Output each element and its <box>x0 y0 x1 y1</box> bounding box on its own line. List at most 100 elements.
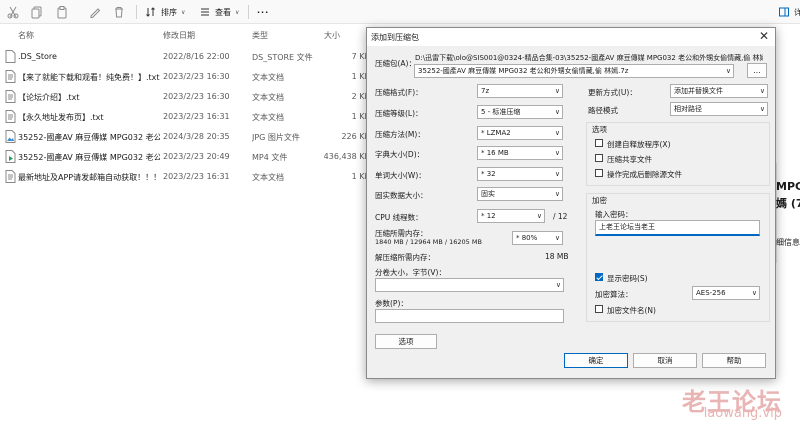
show-password-checkbox[interactable] <box>595 273 603 281</box>
method-select[interactable]: * LZMA2 ∨ <box>477 126 563 140</box>
browse-button[interactable]: ... <box>747 63 767 78</box>
help-button[interactable]: 帮助 <box>702 353 766 368</box>
file-name: 【论坛介绍】.txt <box>18 93 80 102</box>
paste-icon[interactable] <box>55 5 69 19</box>
params-label: 参数(P)： <box>375 299 408 308</box>
file-date: 2022/8/16 22:00 <box>163 52 230 61</box>
split-combo[interactable]: ∨ <box>375 278 564 292</box>
file-explorer-window: 排序 ∨ 查看 ∨ ··· 详 名称 修改日期 类型 大小 .DS_Store 2… <box>0 0 800 426</box>
column-header-name[interactable]: 名称 <box>18 30 34 41</box>
update-label: 更新方式(U)： <box>588 88 637 97</box>
file-size: 436,438 KB <box>323 152 370 161</box>
sort-icon <box>146 7 155 17</box>
file-row[interactable]: 35252-國產AV 麻豆傳媒 MPG032 老公... 2024/3/28 20… <box>0 127 370 146</box>
cut-icon[interactable] <box>6 5 20 19</box>
chevron-down-icon: ∨ <box>554 129 560 137</box>
enc-method-value: AES-256 <box>696 289 726 297</box>
update-value: 添加并替换文件 <box>674 87 723 95</box>
password-input[interactable]: 上老王论坛当老王 <box>595 220 760 236</box>
file-name: 35252-國產AV 麻豆傳媒 MPG032 老公... <box>18 133 160 142</box>
dialog-title: 添加到压缩包 <box>371 33 419 42</box>
encrypt-names-checkbox[interactable] <box>595 305 603 313</box>
video-file-icon <box>5 150 16 163</box>
encrypt-names-label: 加密文件名(N) <box>607 306 656 315</box>
column-header-date[interactable]: 修改日期 <box>163 30 195 41</box>
chevron-down-icon: ∨ <box>235 8 240 16</box>
solid-select[interactable]: 固实 ∨ <box>477 187 563 201</box>
copy-icon[interactable] <box>30 5 44 19</box>
mem-select[interactable]: * 80% ∨ <box>512 231 563 245</box>
method-value: * LZMA2 <box>481 129 511 137</box>
password-label: 输入密码： <box>595 210 633 219</box>
delete-icon[interactable] <box>112 5 126 19</box>
file-row[interactable]: 最新地址及APP请发邮箱自动获取！！！... 2023/2/23 16:31 文本文… <box>0 167 370 186</box>
file-row[interactable]: 【来了就能下载和观看！纯免费！】.txt 2023/2/23 16:30 文本文档 1… <box>0 67 370 86</box>
file-type: 文本文档 <box>252 93 284 102</box>
file-size: 7 KB <box>351 52 370 61</box>
format-select[interactable]: 7z ∨ <box>477 84 563 98</box>
column-header-type[interactable]: 类型 <box>252 30 268 41</box>
sort-button[interactable]: 排序 ∨ <box>145 4 185 20</box>
cancel-label: 取消 <box>657 356 673 365</box>
method-label: 压缩方法(M)： <box>375 130 425 139</box>
path-select[interactable]: 相对路径 ∨ <box>670 102 768 116</box>
details-info-label: 细信息 <box>776 238 800 247</box>
toolbar-divider <box>136 5 137 19</box>
archive-name-combo[interactable]: 35252-國產AV 麻豆傳媒 MPG032 老公和外甥女偷情藏,偷 林嫣.7z… <box>414 64 734 78</box>
chevron-down-icon: ∨ <box>759 105 765 113</box>
file-date: 2023/2/23 16:31 <box>163 112 230 121</box>
shared-files-checkbox[interactable] <box>595 154 603 162</box>
file-date: 2023/2/23 16:30 <box>163 92 230 101</box>
solid-label: 固实数据大小： <box>375 191 428 200</box>
options-button[interactable]: 选项 <box>375 334 437 349</box>
file-row[interactable]: 【永久地址发布页】.txt 2023/2/23 16:31 文本文档 1 KB <box>0 107 370 126</box>
archive-path: D:\迅雷下载\olo@SIS001@0324-精品合集-03\35252-國產… <box>415 54 763 62</box>
file-name: 最新地址及APP请发邮箱自动获取！！！... <box>18 173 160 182</box>
enc-method-select[interactable]: AES-256 ∨ <box>692 286 760 300</box>
delete-after-checkbox[interactable] <box>595 169 603 177</box>
dict-label: 字典大小(D)： <box>375 150 425 159</box>
add-to-archive-dialog: 添加到压缩包 ✕ 压缩包(A)： D:\迅雷下载\olo@SIS001@0324… <box>366 27 776 379</box>
chevron-down-icon: ∨ <box>554 170 560 178</box>
file-row[interactable]: .DS_Store 2022/8/16 22:00 DS_STORE 文件 7 KB <box>0 47 370 66</box>
options-button-label: 选项 <box>398 337 414 346</box>
ok-button[interactable]: 确定 <box>564 353 628 368</box>
file-row[interactable]: 【论坛介绍】.txt 2023/2/23 16:30 文本文档 2 KB <box>0 87 370 106</box>
more-options-button[interactable]: ··· <box>257 4 269 20</box>
level-label: 压缩等级(L)： <box>375 109 423 118</box>
file-row[interactable]: 35252-國產AV 麻豆傳媒 MPG032 老公... 2023/2/23 20… <box>0 147 370 166</box>
cancel-button[interactable]: 取消 <box>633 353 697 368</box>
mem-detail: 1840 MB / 12964 MB / 16205 MB <box>375 238 482 246</box>
chevron-down-icon: ∨ <box>554 149 560 157</box>
solid-value: 固实 <box>481 190 495 198</box>
chevron-down-icon: ∨ <box>751 289 757 297</box>
view-button[interactable]: 查看 ∨ <box>199 4 239 20</box>
file-size: 1 KB <box>351 112 370 121</box>
level-select[interactable]: 5 - 标准压缩 ∨ <box>477 105 563 119</box>
cpu-select[interactable]: * 12 ∨ <box>477 209 545 223</box>
chevron-down-icon: ∨ <box>536 212 542 220</box>
close-icon[interactable]: ✕ <box>759 29 769 43</box>
view-label: 查看 <box>215 7 231 17</box>
browse-label: ... <box>753 66 761 75</box>
text-file-icon <box>5 70 16 83</box>
chevron-down-icon: ∨ <box>759 87 765 95</box>
archive-label: 压缩包(A)： <box>375 59 416 68</box>
column-header-size[interactable]: 大小 <box>324 30 340 41</box>
params-input[interactable] <box>375 309 564 323</box>
word-value: * 32 <box>481 170 496 178</box>
file-size: 1 KB <box>351 72 370 81</box>
archive-name-value: 35252-國產AV 麻豆傳媒 MPG032 老公和外甥女偷情藏,偷 林嫣.7z <box>418 67 629 75</box>
file-date: 2023/2/23 20:49 <box>163 152 230 161</box>
create-sfx-label: 创建自释放程序(X) <box>607 140 671 149</box>
word-select[interactable]: * 32 ∨ <box>477 167 563 181</box>
view-icon <box>201 8 209 16</box>
decomp-label: 解压缩所需内存： <box>375 253 435 262</box>
dict-select[interactable]: * 16 MB ∨ <box>477 146 563 160</box>
delete-after-label: 操作完成后删除源文件 <box>607 170 682 179</box>
details-title: MPG0 <box>776 180 800 193</box>
explorer-toolbar: 排序 ∨ 查看 ∨ ··· 详 <box>0 0 800 24</box>
create-sfx-checkbox[interactable] <box>595 139 603 147</box>
update-select[interactable]: 添加并替换文件 ∨ <box>670 84 768 98</box>
rename-icon[interactable] <box>88 5 102 19</box>
